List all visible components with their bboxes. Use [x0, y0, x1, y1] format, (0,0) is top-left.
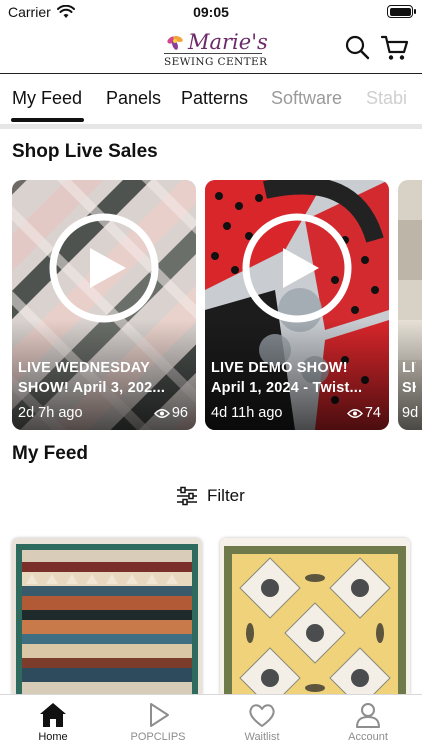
battery-icon — [387, 5, 416, 18]
status-bar: Carrier 09:05 — [0, 0, 422, 26]
logo-wordmark: Marie's — [188, 30, 268, 54]
nav-home[interactable]: Home — [13, 701, 93, 743]
live-sale-card[interactable]: LIVE DEMO SHOW! April 1, 2024 - Twist...… — [205, 180, 389, 430]
flower-icon — [167, 36, 183, 50]
play-icon[interactable] — [241, 212, 353, 324]
live-sales-title: Shop Live Sales — [12, 141, 158, 162]
clock: 09:05 — [193, 4, 229, 20]
card-age: 4d 11h ago — [211, 405, 283, 421]
tab-stabilizers[interactable]: Stabi — [366, 88, 407, 109]
live-sale-card[interactable]: LIVE WEDNESDAY SHOW! April 3, 202... 2d … — [12, 180, 196, 430]
bottom-navigation: Home POPCLIPS Waitlist Account — [0, 694, 422, 750]
card-title: LIV SH — [402, 360, 416, 396]
nav-popclips[interactable]: POPCLIPS — [118, 701, 198, 743]
home-icon — [40, 703, 66, 727]
feed-title: My Feed — [12, 443, 89, 464]
play-icon — [150, 703, 169, 727]
nav-account[interactable]: Account — [328, 701, 408, 743]
live-sale-card[interactable]: LIV SH 9d — [398, 180, 422, 430]
card-meta: 2d 7h ago 96 — [18, 405, 190, 421]
search-icon[interactable] — [344, 34, 370, 60]
person-icon — [356, 703, 380, 728]
nav-waitlist[interactable]: Waitlist — [222, 701, 302, 743]
play-icon[interactable] — [48, 212, 160, 324]
view-count: 96 — [153, 405, 188, 421]
card-age: 9d — [402, 405, 419, 421]
card-title: LIVE DEMO SHOW! April 1, 2024 - Twist... — [211, 360, 363, 396]
active-tab-indicator — [11, 118, 84, 122]
card-age: 2d 7h ago — [18, 405, 83, 421]
card-meta: 9d — [402, 405, 419, 421]
app-header: Marie's SEWING CENTER — [0, 26, 422, 74]
heart-icon — [249, 704, 275, 727]
card-title: LIVE WEDNESDAY SHOW! April 3, 202... — [18, 360, 166, 396]
tabs-divider — [0, 124, 422, 129]
tab-my-feed[interactable]: My Feed — [12, 88, 82, 109]
tab-patterns[interactable]: Patterns — [181, 88, 248, 109]
feed-item[interactable] — [220, 538, 410, 698]
view-count: 74 — [346, 405, 381, 421]
logo-divider — [164, 53, 262, 54]
eye-icon — [153, 409, 170, 418]
logo-tagline: SEWING CENTER — [164, 56, 268, 68]
quilt-thumbnail — [220, 538, 410, 698]
eye-icon — [346, 409, 363, 418]
brand-logo[interactable]: Marie's SEWING CENTER — [160, 30, 268, 70]
tab-software[interactable]: Software — [271, 88, 342, 109]
card-meta: 4d 11h ago 74 — [211, 405, 383, 421]
feed-item[interactable] — [12, 538, 202, 698]
quilt-thumbnail — [12, 538, 202, 698]
category-tabs: My Feed Panels Patterns Software Stabi — [0, 76, 422, 124]
tab-panels[interactable]: Panels — [106, 88, 161, 109]
cart-icon[interactable] — [380, 34, 410, 62]
filter-label: Filter — [207, 486, 245, 505]
sliders-icon — [177, 486, 197, 506]
